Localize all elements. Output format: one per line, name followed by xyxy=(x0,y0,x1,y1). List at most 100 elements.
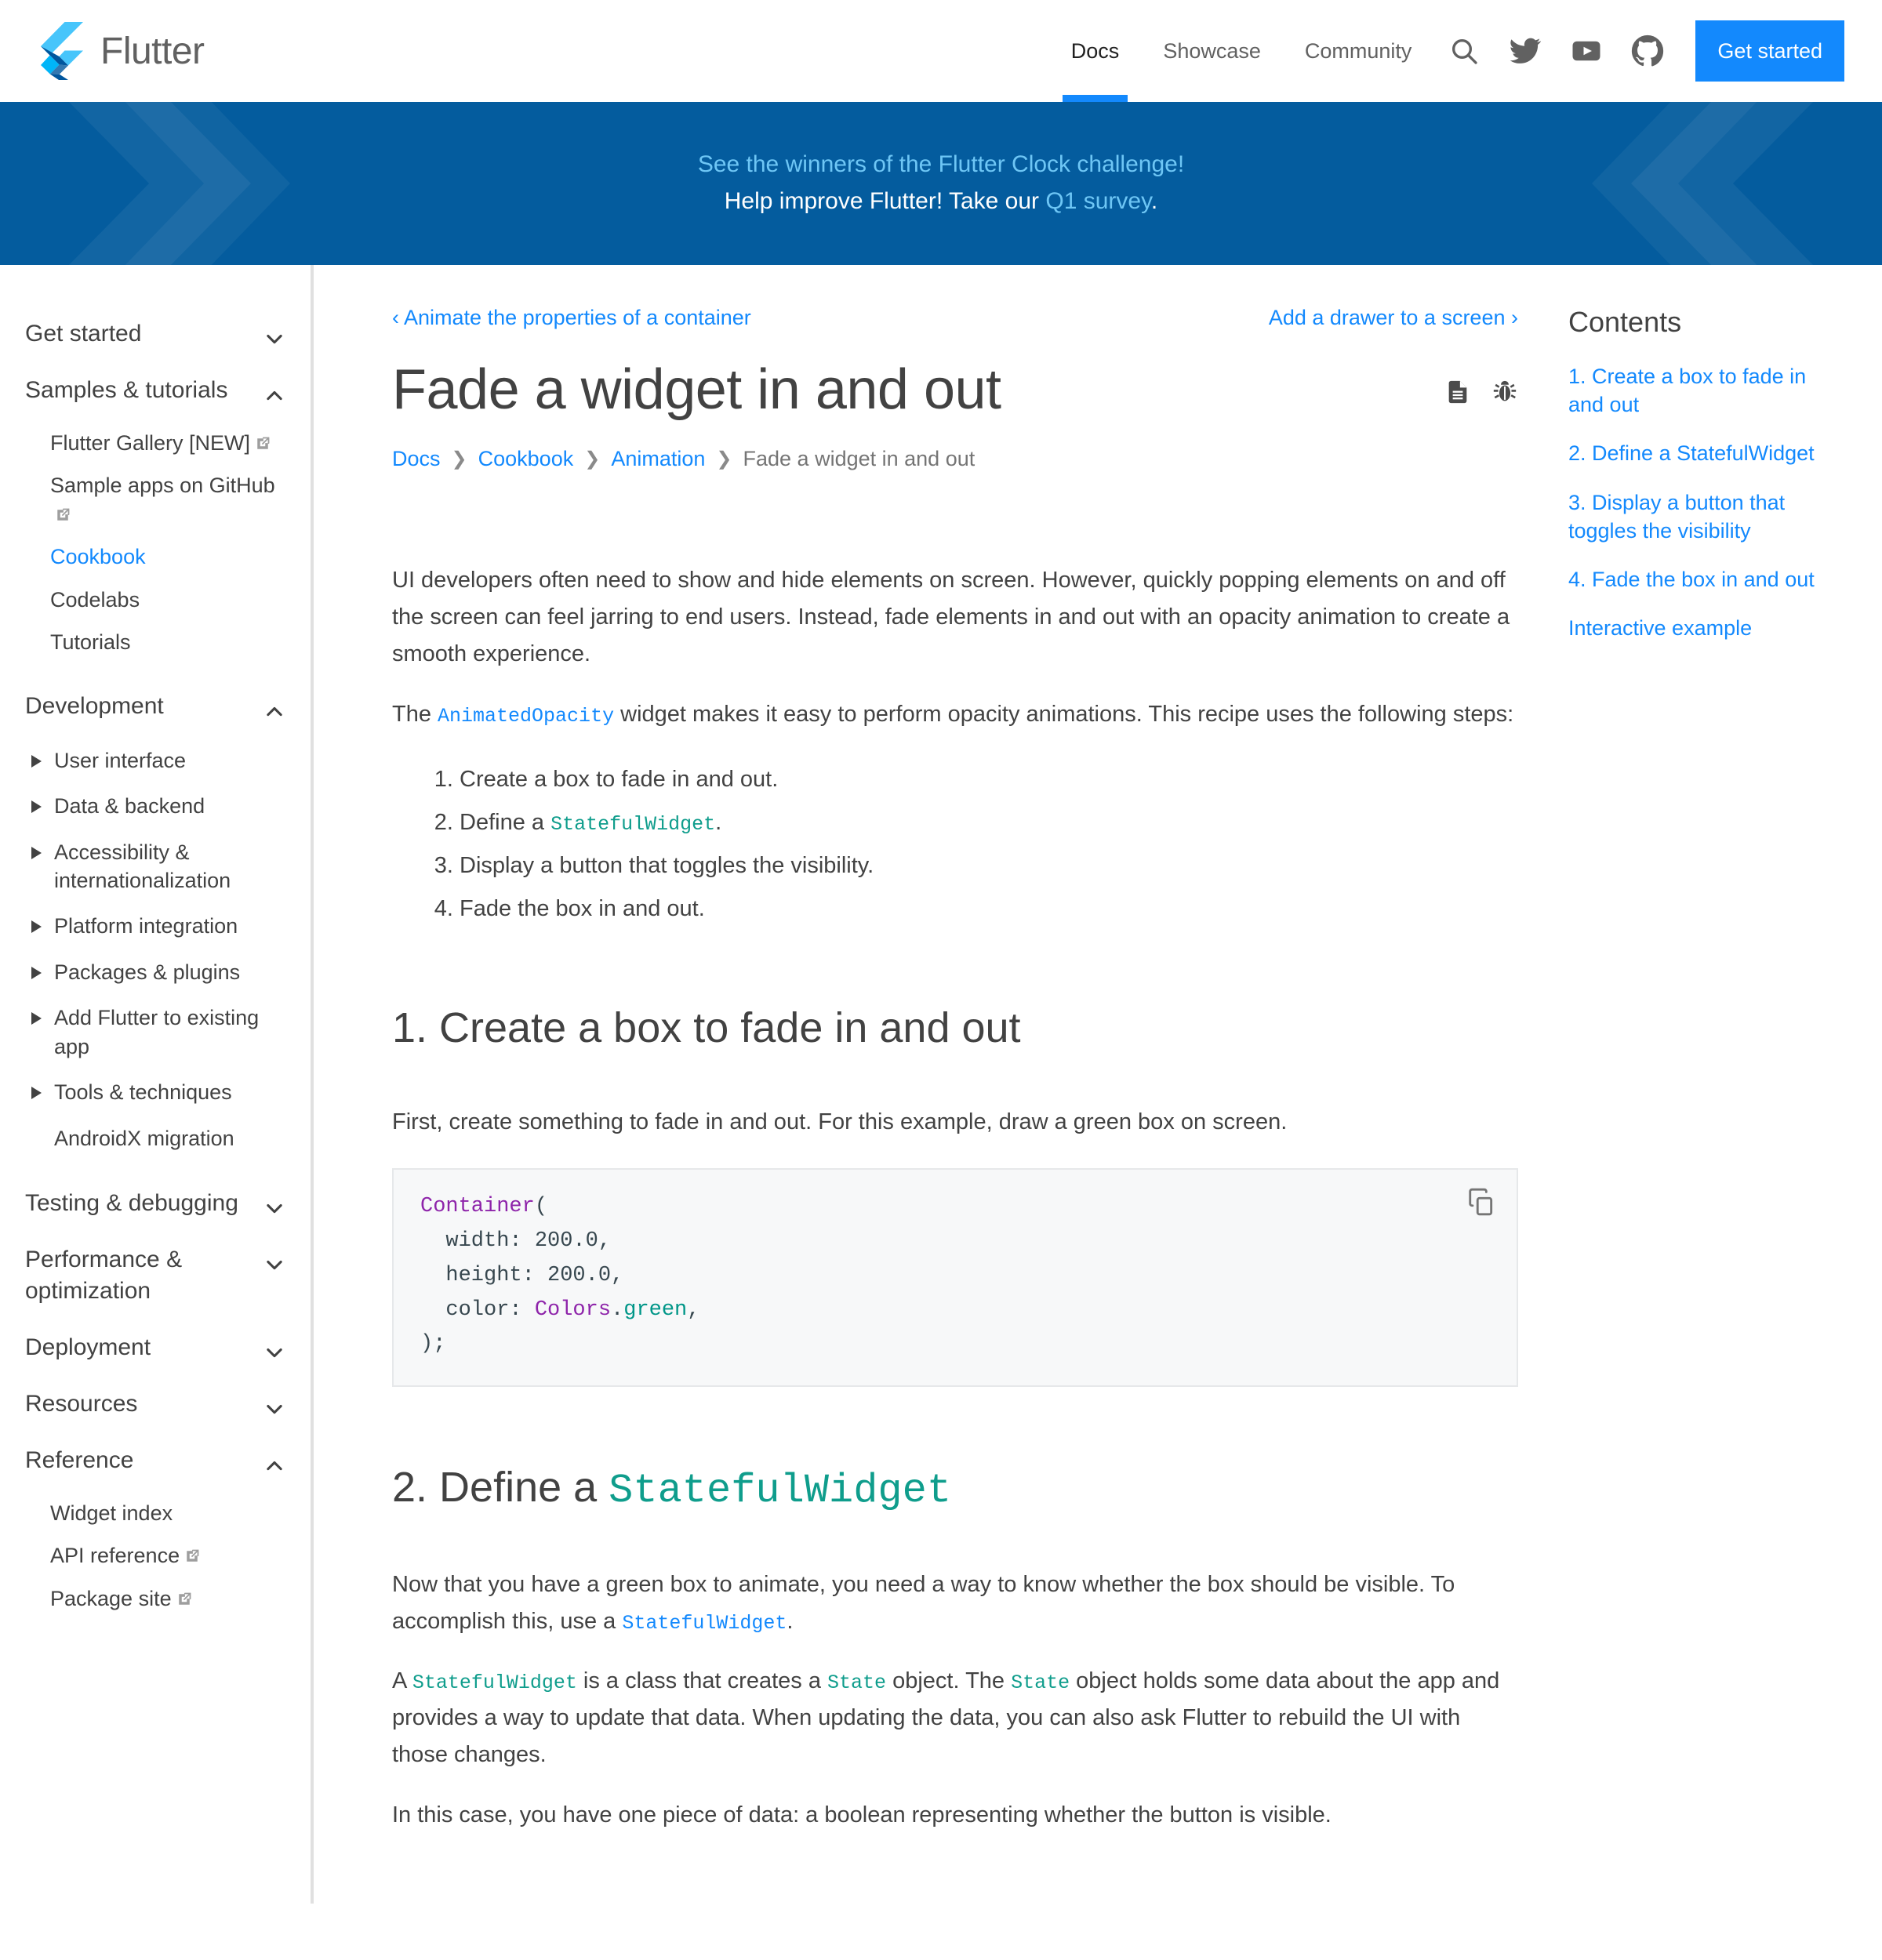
toc-item-2[interactable]: 2. Define a StatefulWidget xyxy=(1568,439,1827,467)
sidebar-item-label: AndroidX migration xyxy=(54,1126,234,1150)
sidebar-group-header-deployment[interactable]: Deployment xyxy=(25,1319,285,1376)
statefulwidget-link[interactable]: StatefulWidget xyxy=(622,1612,787,1635)
section-1-heading: 1. Create a box to fade in and out xyxy=(392,1004,1021,1051)
nav-community[interactable]: Community xyxy=(1283,0,1434,102)
chevron-down-icon xyxy=(267,334,282,344)
breadcrumb-animation[interactable]: Animation xyxy=(611,447,705,471)
toc-item-1[interactable]: 1. Create a box to fade in and out xyxy=(1568,362,1827,419)
previous-page-link[interactable]: ‹ Animate the properties of a container xyxy=(392,306,751,330)
steps-list: Create a box to fade in and out. Define … xyxy=(392,761,1518,927)
para-text: Now that you have a green box to animate… xyxy=(392,1571,1455,1634)
animated-opacity-link[interactable]: AnimatedOpacity xyxy=(438,705,614,728)
search-icon[interactable] xyxy=(1433,0,1495,102)
step-text: Create a box to fade in and out. xyxy=(460,766,779,792)
breadcrumb: Docs ❯ Cookbook ❯ Animation ❯ Fade a wid… xyxy=(392,447,1518,471)
section-2-paragraph-2: A StatefulWidget is a class that creates… xyxy=(392,1663,1518,1773)
para-code: StatefulWidget xyxy=(412,1671,577,1695)
triangle-right-icon xyxy=(31,800,42,814)
banner-chevron-right-decoration xyxy=(1592,102,1814,265)
chevron-down-icon xyxy=(267,1348,282,1357)
sidebar-item-data-backend[interactable]: Data & backend xyxy=(31,783,285,829)
para-text: object. The xyxy=(886,1668,1012,1694)
next-page-link[interactable]: Add a drawer to a screen › xyxy=(1269,306,1518,330)
twitter-icon[interactable] xyxy=(1495,0,1556,102)
breadcrumb-current: Fade a widget in and out xyxy=(743,446,976,470)
sidebar-group-reference: Reference Widget index API reference Pac… xyxy=(25,1432,285,1634)
banner-line-1: See the winners of the Flutter Clock cha… xyxy=(698,147,1184,183)
breadcrumb-docs[interactable]: Docs xyxy=(392,447,441,471)
section-2-heading-code: StatefulWidget xyxy=(609,1468,952,1515)
toc-item-3[interactable]: 3. Display a button that toggles the vis… xyxy=(1568,488,1827,545)
sidebar-item-accessibility-internationalization[interactable]: Accessibility & internationalization xyxy=(31,829,285,904)
sidebar-item-sample-apps-github[interactable]: Sample apps on GitHub xyxy=(50,464,285,535)
get-started-button[interactable]: Get started xyxy=(1695,20,1844,82)
sidebar-item-packages-plugins[interactable]: Packages & plugins xyxy=(31,949,285,995)
toc-item-5[interactable]: Interactive example xyxy=(1568,614,1827,642)
chevron-down-icon xyxy=(267,1260,282,1270)
flutter-logo-icon xyxy=(35,22,83,80)
main-content: ‹ Animate the properties of a container … xyxy=(314,265,1568,1904)
clock-challenge-link[interactable]: See the winners of the Flutter Clock cha… xyxy=(698,151,1184,177)
sidebar-item-package-site[interactable]: Package site xyxy=(50,1577,285,1620)
document-icon[interactable] xyxy=(1444,379,1471,409)
code-block: Container( width: 200.0, height: 200.0, … xyxy=(392,1168,1518,1388)
bug-icon[interactable] xyxy=(1491,379,1518,409)
sidebar-item-tutorials[interactable]: Tutorials xyxy=(50,621,285,663)
sidebar-sublist-development: User interface Data & backend Accessibil… xyxy=(25,735,285,1175)
banner-line-2: Help improve Flutter! Take our Q1 survey… xyxy=(725,183,1157,220)
triangle-right-icon xyxy=(31,966,42,979)
para-text: A xyxy=(392,1668,412,1694)
sidebar-group-header-reference[interactable]: Reference xyxy=(25,1432,285,1489)
chevron-up-icon xyxy=(267,1461,282,1470)
step-text-end: . xyxy=(715,809,722,835)
breadcrumb-cookbook[interactable]: Cookbook xyxy=(478,447,574,471)
page-title: Fade a widget in and out xyxy=(392,358,1001,421)
breadcrumb-separator: ❯ xyxy=(584,448,601,470)
sidebar-group-label: Resources xyxy=(25,1390,138,1417)
sidebar-item-flutter-gallery[interactable]: Flutter Gallery [NEW] xyxy=(50,422,285,464)
primary-nav: Docs Showcase Community Get started xyxy=(1049,0,1882,102)
toc-title: Contents xyxy=(1568,306,1682,338)
list-item: Define a StatefulWidget. xyxy=(460,804,1518,841)
list-item: Display a button that toggles the visibi… xyxy=(460,848,1518,884)
sidebar-group-deployment: Deployment xyxy=(25,1319,285,1376)
sidebar-item-androidx-migration[interactable]: AndroidX migration xyxy=(31,1116,285,1161)
triangle-right-icon xyxy=(31,846,42,859)
q1-survey-link[interactable]: Q1 survey xyxy=(1045,188,1151,214)
sidebar-item-api-reference[interactable]: API reference xyxy=(50,1534,285,1577)
sidebar-group-header-development[interactable]: Development xyxy=(25,678,285,735)
sidebar-group-label: Performance & optimization xyxy=(25,1247,183,1304)
step-text: Define a xyxy=(460,809,551,835)
chevron-left-icon: ‹ xyxy=(392,306,399,329)
external-link-icon xyxy=(257,437,270,449)
para-text-end: . xyxy=(787,1608,794,1634)
announcement-banner: See the winners of the Flutter Clock cha… xyxy=(0,102,1882,265)
nav-showcase[interactable]: Showcase xyxy=(1141,0,1283,102)
sidebar-group-header-resources[interactable]: Resources xyxy=(25,1376,285,1432)
sidebar-item-cookbook[interactable]: Cookbook xyxy=(50,535,285,578)
sidebar-item-widget-index[interactable]: Widget index xyxy=(50,1492,285,1534)
sidebar-group-header-samples-tutorials[interactable]: Samples & tutorials xyxy=(25,362,285,419)
sidebar-item-label: Add Flutter to existing app xyxy=(54,1006,260,1058)
copy-icon[interactable] xyxy=(1466,1187,1496,1217)
sidebar-item-platform-integration[interactable]: Platform integration xyxy=(31,903,285,949)
step-text: Fade the box in and out. xyxy=(460,895,705,921)
triangle-right-icon xyxy=(31,754,42,768)
nav-docs[interactable]: Docs xyxy=(1049,0,1142,102)
sidebar-group-testing-debugging: Testing & debugging xyxy=(25,1175,285,1232)
toc-item-4[interactable]: 4. Fade the box in and out xyxy=(1568,565,1827,593)
sidebar-group-header-testing-debugging[interactable]: Testing & debugging xyxy=(25,1175,285,1232)
banner-line-2-suffix: . xyxy=(1150,188,1158,214)
chevron-down-icon xyxy=(267,1404,282,1414)
sidebar-group-header-performance-optimization[interactable]: Performance & optimization xyxy=(25,1232,285,1319)
triangle-right-icon xyxy=(31,1012,42,1025)
sidebar-group-header-get-started[interactable]: Get started xyxy=(25,306,285,362)
brand-home-link[interactable]: Flutter xyxy=(35,22,205,80)
sidebar-item-tools-techniques[interactable]: Tools & techniques xyxy=(31,1069,285,1115)
sidebar-item-user-interface[interactable]: User interface xyxy=(31,738,285,783)
banner-line-2-prefix: Help improve Flutter! Take our xyxy=(724,188,1046,214)
sidebar-item-add-flutter-to-existing-app[interactable]: Add Flutter to existing app xyxy=(31,995,285,1069)
github-icon[interactable] xyxy=(1617,0,1678,102)
youtube-icon[interactable] xyxy=(1556,0,1617,102)
sidebar-item-codelabs[interactable]: Codelabs xyxy=(50,579,285,621)
